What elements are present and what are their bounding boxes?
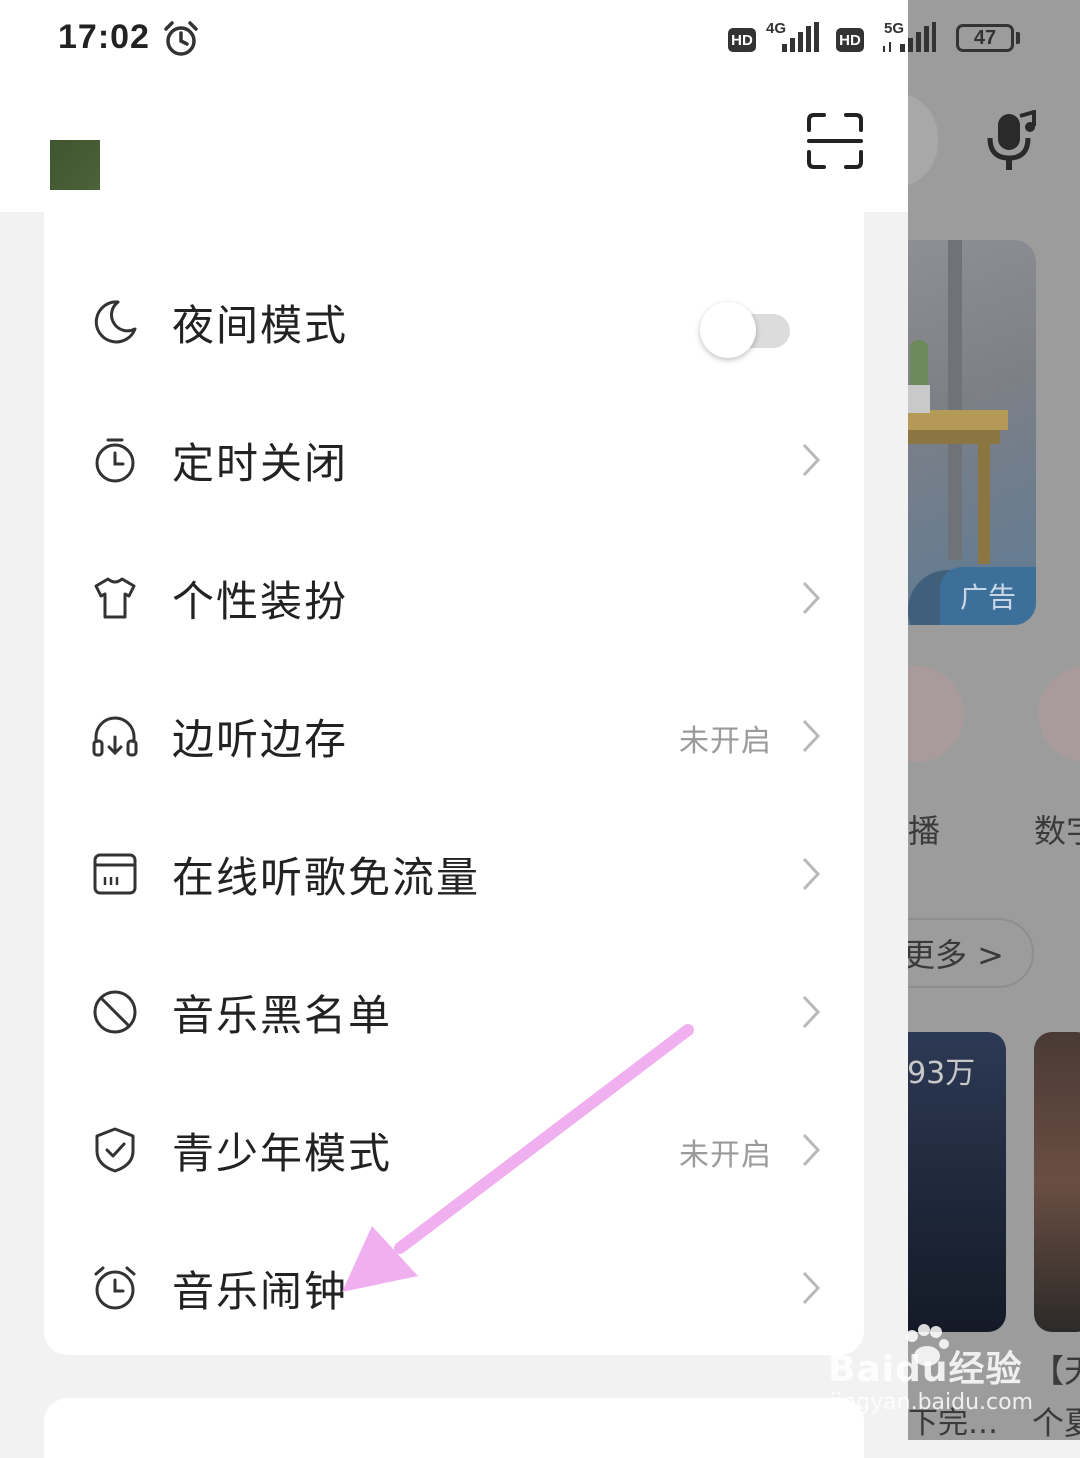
menu-item-label: 音乐黑名单 <box>172 991 393 1040</box>
background-playlist-caption: 个夏 <box>1032 1404 1080 1440</box>
toggle-knob <box>700 302 756 358</box>
chevron-right-icon <box>802 857 821 891</box>
scan-icon[interactable] <box>806 112 864 170</box>
battery-tip <box>1016 32 1020 44</box>
background-more-button: 更多 > <box>908 918 1034 988</box>
menu-item-music-blocklist[interactable]: 音乐黑名单 <box>44 942 864 1080</box>
background-shortcut-icon <box>908 666 964 762</box>
voice-search-icon <box>987 110 1036 170</box>
status-time: 17:02 <box>58 18 150 56</box>
menu-item-status: 未开启 <box>679 1138 772 1173</box>
watermark-url: jingyan.baidu.com <box>830 1390 1034 1415</box>
background-playlist-card <box>1034 1032 1080 1332</box>
background-banner: 广告 <box>908 240 1036 625</box>
block-icon <box>93 990 137 1034</box>
chevron-right-icon <box>802 995 821 1029</box>
chevron-right-icon <box>802 1133 821 1167</box>
background-shortcut-label: 数字 <box>1034 812 1080 850</box>
hd-voice-badge: HD <box>836 28 864 52</box>
user-avatar[interactable] <box>50 140 100 190</box>
tshirt-icon <box>94 577 136 619</box>
ad-badge: 广告 <box>940 567 1036 625</box>
alarm-status-icon <box>164 21 198 56</box>
menu-item-themes[interactable]: 个性装扮 <box>44 528 864 666</box>
menu-item-night-mode[interactable]: 夜间模式 <box>44 252 864 390</box>
menu-item-label: 青少年模式 <box>172 1129 393 1178</box>
night-mode-toggle[interactable] <box>700 302 790 360</box>
chevron-right-icon <box>802 581 821 615</box>
drawer-header: 17:02 HD 4G HD 5G 47 <box>0 0 1020 212</box>
status-indicators: HD 4G HD 5G 47 <box>728 18 1068 62</box>
background-playlist-caption: 【天 <box>1032 1352 1080 1390</box>
menu-item-label: 音乐闹钟 <box>172 1267 349 1316</box>
playlist-play-count: 793万 <box>908 1056 976 1091</box>
menu-item-label: 边听边存 <box>172 715 349 764</box>
battery-indicator: 47 <box>956 24 1014 52</box>
menu-item-music-alarm[interactable]: 音乐闹钟 <box>44 1218 864 1356</box>
menu-item-status: 未开启 <box>679 724 772 759</box>
watermark-brand: Baidu经验 <box>828 1349 1023 1390</box>
menu-item-teen-mode[interactable]: 青少年模式 未开启 <box>44 1080 864 1218</box>
chevron-right-icon <box>802 443 821 477</box>
sim-card-icon <box>93 853 137 895</box>
menu-item-sleep-timer[interactable]: 定时关闭 <box>44 390 864 528</box>
menu-item-label: 夜间模式 <box>172 301 349 350</box>
menu-item-cache-while-listening[interactable]: 边听边存 未开启 <box>44 666 864 804</box>
background-playlist-card: 793万 <box>908 1032 1006 1332</box>
chevron-right-icon <box>802 1271 821 1305</box>
alarm-clock-icon <box>94 1266 136 1310</box>
background-app: 广告 播 数字 更多 > 793万 下完… 【天 个夏 <box>908 0 1080 1440</box>
background-shortcut-label: 播 <box>908 812 941 850</box>
menu-item-label: 在线听歌免流量 <box>172 853 481 902</box>
menu-item-label: 个性装扮 <box>172 577 349 626</box>
shield-check-icon <box>95 1127 135 1173</box>
menu-item-free-data[interactable]: 在线听歌免流量 <box>44 804 864 942</box>
hd-voice-badge: HD <box>728 28 756 52</box>
settings-menu-card: 夜间模式 定时关闭 个性装扮 边听边存 未开启 在线听歌免流量 音乐黑名单 青少… <box>44 212 864 1355</box>
menu-item-label: 定时关闭 <box>172 439 349 488</box>
timer-icon <box>95 438 135 483</box>
background-search-pill <box>908 92 938 188</box>
signal-strength-icon <box>782 22 819 52</box>
background-shortcut-icon <box>1038 666 1080 762</box>
side-drawer: 17:02 HD 4G HD 5G 47 夜间模式 定时关闭 个性装扮 边听边存… <box>0 0 1020 1458</box>
chevron-right-icon <box>802 719 821 753</box>
moon-icon <box>94 300 137 344</box>
next-section-card <box>44 1398 864 1458</box>
headphones-download-icon <box>92 716 138 757</box>
signal-strength-icon <box>883 22 936 52</box>
